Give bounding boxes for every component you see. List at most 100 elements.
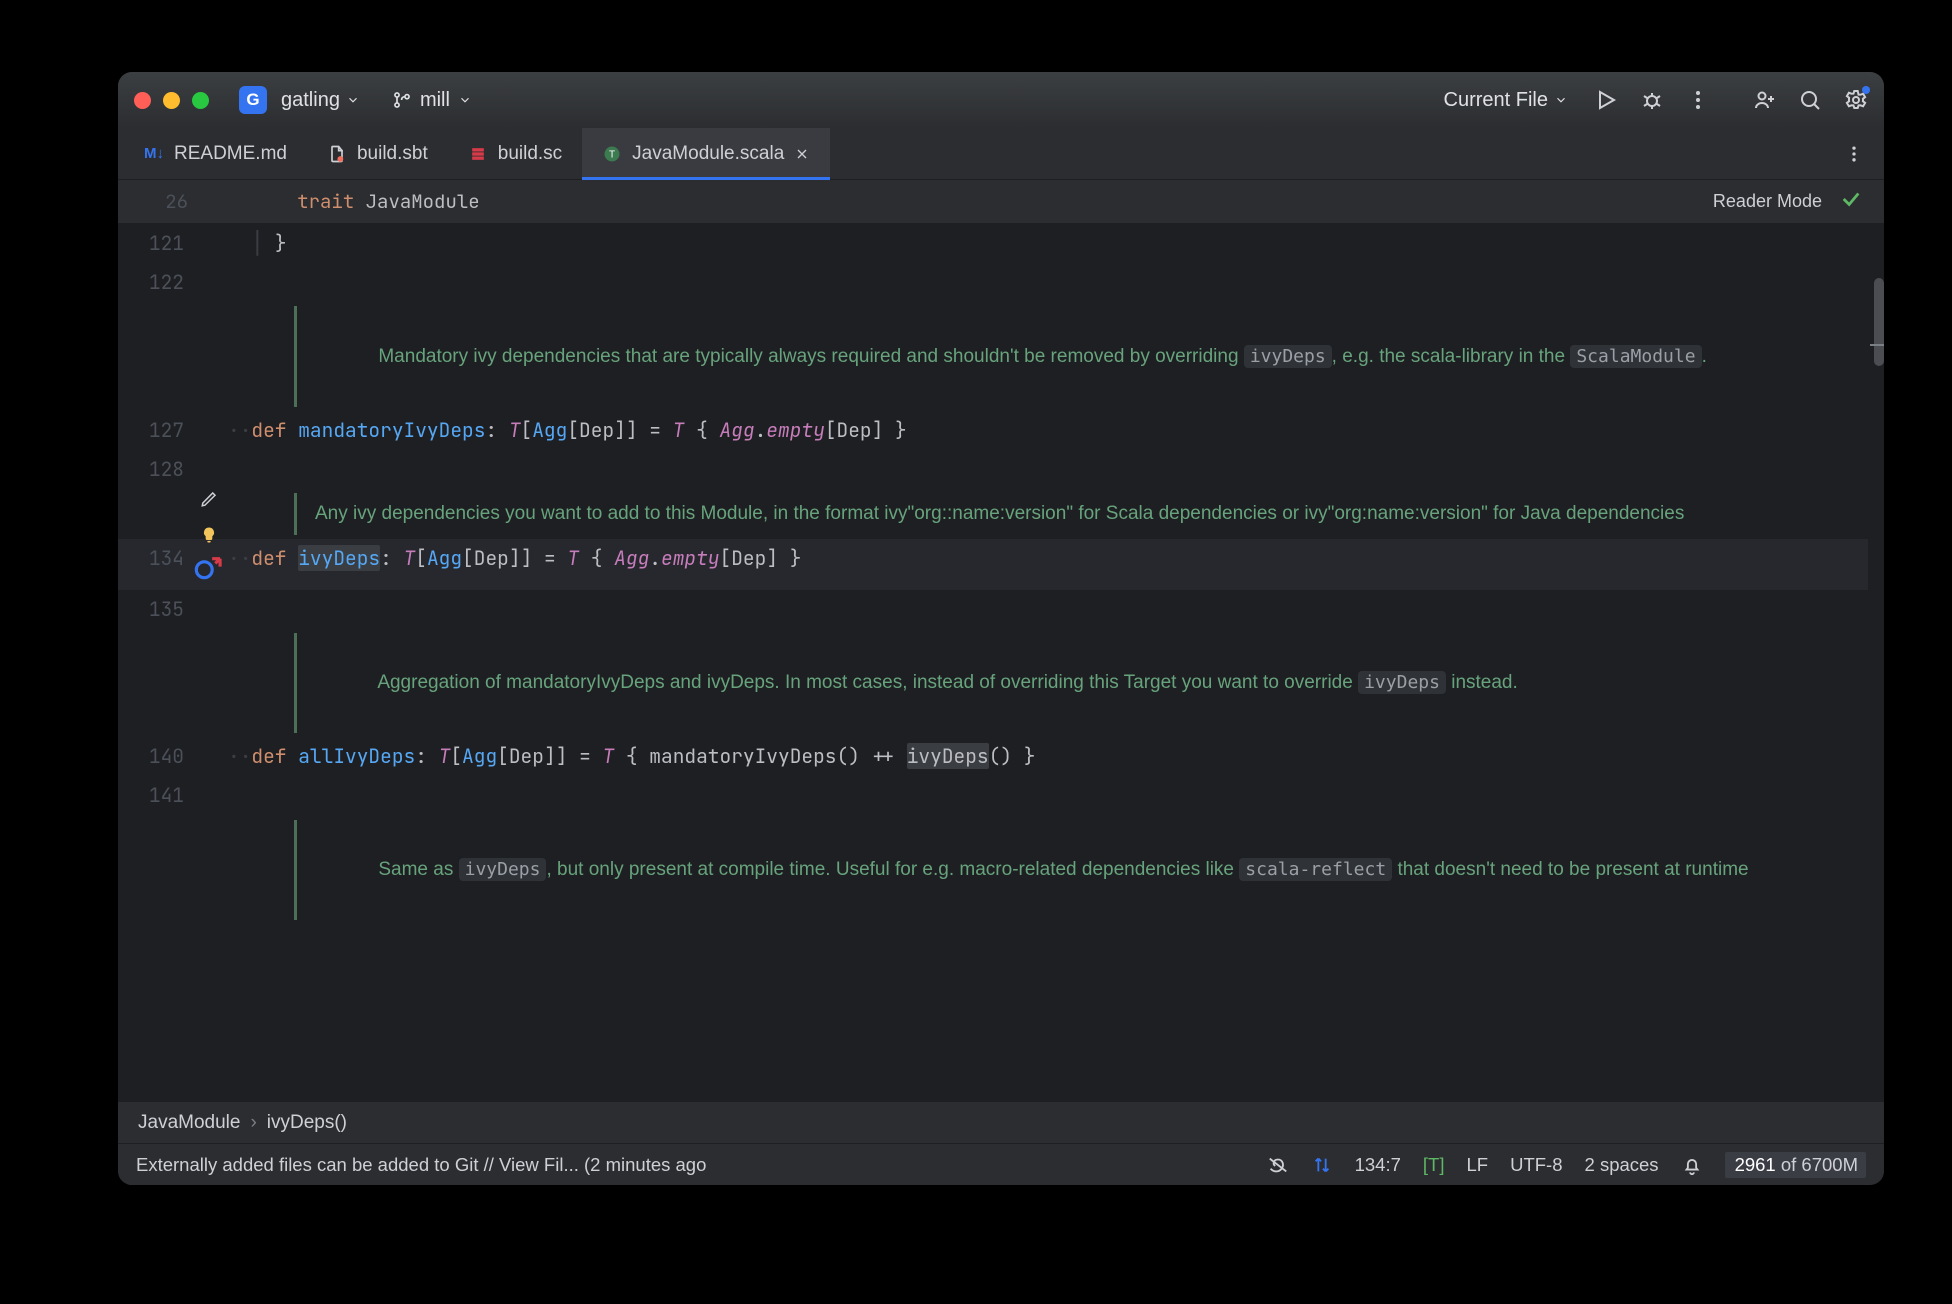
tab-build-sc[interactable]: build.sc [448, 128, 582, 179]
method-name: allIvyDeps [298, 743, 415, 769]
code-line: 140 ··def allIvyDeps: T[Agg[Dep]] = T { … [118, 737, 1884, 776]
scala-file-icon [468, 144, 488, 164]
svg-text:T: T [609, 149, 615, 160]
window-controls [134, 92, 209, 109]
settings-button[interactable] [1844, 88, 1868, 112]
ai-assistant-button[interactable] [1267, 1154, 1289, 1176]
encoding-button[interactable]: UTF-8 [1510, 1154, 1562, 1176]
error-stripe[interactable] [1868, 224, 1884, 1101]
ide-window: G gatling mill Current File [118, 72, 1884, 1185]
breadcrumb-separator: › [250, 1112, 256, 1134]
sync-icon [1311, 1154, 1333, 1176]
line-number: 127 [118, 411, 190, 446]
bell-icon [1681, 1154, 1703, 1176]
line-number: 134 [118, 539, 190, 574]
swirl-icon [1267, 1154, 1289, 1176]
brace: } [275, 230, 287, 256]
search-icon [1798, 88, 1822, 112]
project-name-label: gatling [281, 89, 340, 112]
doc-inline-code: ivyDeps [459, 858, 547, 881]
gutter[interactable] [190, 450, 228, 454]
gutter[interactable] [190, 411, 228, 415]
sync-button[interactable] [1311, 1154, 1333, 1176]
doc-text: Any ivy dependencies you want to add to … [315, 493, 1575, 534]
keyword: trait [297, 189, 354, 214]
line-number: 135 [118, 590, 190, 625]
stripe-mark[interactable] [1870, 344, 1884, 346]
project-badge: G [239, 86, 267, 114]
line-number: 122 [118, 263, 190, 298]
sticky-scope-header[interactable]: 26 trait JavaModule Reader Mode [118, 180, 1884, 224]
code-line-current: 134 ··def ivyDeps: T[Agg[Dep]] = T { Agg… [118, 539, 1884, 590]
branch-icon [392, 90, 412, 110]
tab-readme[interactable]: M↓ README.md [124, 128, 307, 179]
gutter[interactable] [190, 776, 228, 780]
run-button[interactable] [1594, 88, 1618, 112]
tabs-menu-button[interactable] [1824, 128, 1884, 179]
tab-javamodule[interactable]: T JavaModule.scala [582, 128, 830, 179]
doc-row: Aggregation of mandatoryIvyDeps and ivyD… [118, 629, 1884, 737]
reader-mode-toggle[interactable]: Reader Mode [1713, 191, 1822, 212]
doc-bar [294, 306, 297, 406]
run-toolbar [1594, 88, 1710, 112]
close-window-button[interactable] [134, 92, 151, 109]
project-dropdown[interactable]: gatling [281, 89, 360, 112]
run-config-label: Current File [1444, 89, 1548, 112]
editor[interactable]: 121 │ } 122 Mandatory ivy dependencies t… [118, 224, 1884, 1101]
run-config-dropdown[interactable]: Current File [1444, 89, 1568, 112]
doc-bar [294, 820, 297, 920]
breadcrumb-item[interactable]: JavaModule [138, 1112, 240, 1134]
tab-label: JavaModule.scala [632, 143, 784, 165]
override-icon [190, 543, 228, 590]
code-with-me-button[interactable] [1752, 88, 1776, 112]
code-line: 128 [118, 450, 1884, 489]
bug-icon [1640, 88, 1664, 112]
gutter[interactable] [190, 489, 228, 493]
gutter[interactable] [190, 590, 228, 594]
debug-button[interactable] [1640, 88, 1664, 112]
gutter[interactable] [190, 737, 228, 741]
zoom-window-button[interactable] [192, 92, 209, 109]
problems-status-button[interactable] [1840, 188, 1862, 216]
search-everywhere-button[interactable] [1798, 88, 1822, 112]
line-number: 140 [118, 737, 190, 772]
type-name: JavaModule [366, 189, 480, 214]
caret-position-button[interactable]: 134:7 [1355, 1154, 1401, 1176]
minimize-window-button[interactable] [163, 92, 180, 109]
breadcrumb: JavaModule › ivyDeps() [118, 1101, 1884, 1143]
title-bar: G gatling mill Current File [118, 72, 1884, 128]
doc-bar [294, 633, 297, 733]
tab-mode-indicator[interactable]: [T] [1423, 1154, 1445, 1176]
doc-inline-code: ivyDeps [1358, 671, 1446, 694]
overriding-method-marker[interactable] [190, 543, 228, 590]
line-separator-button[interactable]: LF [1467, 1154, 1489, 1176]
sticky-line-number: 26 [118, 189, 206, 214]
tab-build-sbt[interactable]: build.sbt [307, 128, 448, 179]
breadcrumb-item[interactable]: ivyDeps() [267, 1112, 347, 1134]
titlebar-right-toolbar [1752, 88, 1868, 112]
tab-label: README.md [174, 143, 287, 165]
indent-button[interactable]: 2 spaces [1585, 1154, 1659, 1176]
method-name: ivyDeps [298, 545, 380, 571]
memory-used-label: 2961 [1735, 1154, 1776, 1175]
sbt-file-icon [327, 144, 347, 164]
gutter[interactable] [190, 224, 228, 228]
doc-bar [294, 493, 297, 534]
more-actions-button[interactable] [1686, 88, 1710, 112]
gutter[interactable] [190, 263, 228, 267]
code-line: 135 [118, 590, 1884, 629]
status-message[interactable]: Externally added files can be added to G… [136, 1154, 706, 1176]
kebab-icon [1844, 144, 1864, 164]
notifications-button[interactable] [1681, 1154, 1703, 1176]
vcs-branch-dropdown[interactable]: mill [392, 89, 472, 112]
line-number: 141 [118, 776, 190, 811]
memory-indicator[interactable]: 2961 of 6700M [1725, 1152, 1866, 1178]
code-line: 127 ··def mandatoryIvyDeps: T[Agg[Dep]] … [118, 411, 1884, 450]
person-add-icon [1752, 88, 1776, 112]
doc-row: Any ivy dependencies you want to add to … [118, 489, 1884, 538]
doc-text: Same as ivyDeps, but only present at com… [315, 820, 1575, 920]
scrollbar-thumb[interactable] [1874, 278, 1884, 366]
line-number: 128 [118, 450, 190, 485]
close-tab-button[interactable] [794, 146, 810, 162]
gutter[interactable] [190, 539, 228, 590]
